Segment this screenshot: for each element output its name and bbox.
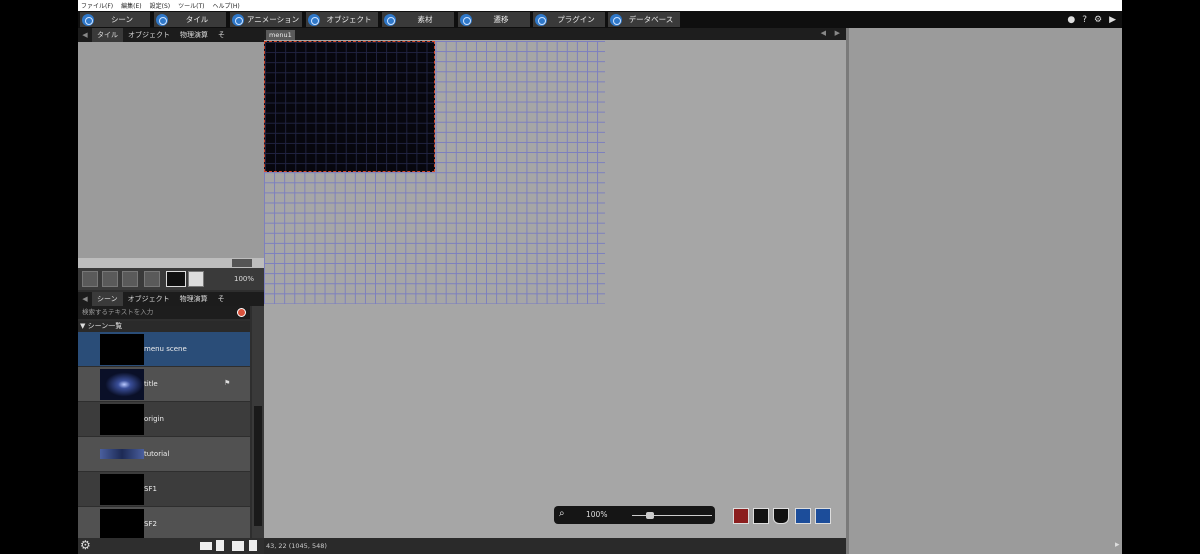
scrollbar-thumb[interactable]: [254, 406, 262, 526]
upper-subtab-bar: ◀ タイル オブジェクト 物理演算 そ: [78, 28, 264, 42]
status-bar: 43, 22 (1045, 548): [264, 538, 846, 554]
menu-edit[interactable]: 編集(E): [121, 1, 141, 10]
scene-row-tutorial[interactable]: tutorial: [78, 437, 250, 472]
shield-icon[interactable]: [815, 508, 831, 524]
grid-toggle-icon[interactable]: [795, 508, 811, 524]
flag-icon[interactable]: ⚑: [224, 379, 230, 387]
menu-settings[interactable]: 設定(S): [150, 1, 171, 10]
tab-menu1[interactable]: menu1: [266, 30, 295, 40]
canvas-zoom-value[interactable]: 100%: [586, 510, 607, 519]
subtab-physics-lower[interactable]: 物理演算: [175, 292, 213, 306]
right-panel: [849, 28, 1122, 554]
record-icon[interactable]: ●: [1067, 15, 1075, 25]
tab-scroll-left-icon[interactable]: ◀: [821, 29, 826, 37]
tab-animation[interactable]: アニメーション: [230, 12, 302, 27]
plugin-icon: [535, 13, 547, 26]
layer-settings-icon[interactable]: [753, 508, 769, 524]
tab-object[interactable]: オブジェクト: [306, 12, 378, 27]
canvas-zoom-bar: ⌕ 100%: [554, 506, 715, 524]
menu-bar: ファイル(F) 編集(E) 設定(S) ツール(T) ヘルプ(H): [78, 0, 1122, 11]
resource-icon: [384, 13, 396, 26]
zoom-slider-track[interactable]: [632, 515, 712, 516]
tile-icon: [156, 13, 168, 26]
help-icon[interactable]: ?: [1082, 15, 1087, 25]
scene-thumbnail: [100, 449, 144, 459]
scene-thumbnail: [100, 369, 144, 400]
magnet-icon[interactable]: [773, 508, 789, 524]
tab-transition[interactable]: 遷移: [458, 12, 530, 27]
top-right-controls: ● ? ⚙ ▶: [1067, 13, 1116, 26]
database-icon: [610, 13, 622, 26]
tab-tile[interactable]: タイル: [154, 12, 226, 27]
tool-row: 100%: [78, 268, 264, 290]
scene-canvas[interactable]: ⌕ 100%: [264, 40, 846, 538]
new-scene-icon[interactable]: [200, 542, 212, 550]
tab-resource[interactable]: 素材: [382, 12, 454, 27]
scene-list-scrollbar[interactable]: [252, 306, 264, 538]
left-panel: ◀ タイル オブジェクト 物理演算 そ 100% ◀ シーン オブジェクト 物理…: [78, 28, 264, 554]
tab-scene[interactable]: シーン: [80, 12, 150, 27]
eraser-icon[interactable]: [102, 271, 118, 287]
gear-icon[interactable]: ⚙: [80, 538, 91, 552]
scene-list: menu scene title ⚑ origin tutorial SF1 S…: [78, 332, 252, 538]
menu-file[interactable]: ファイル(F): [81, 1, 113, 10]
scene-thumbnail: [100, 404, 144, 435]
animation-icon: [232, 13, 244, 26]
tile-palette-scrollbar[interactable]: [78, 258, 264, 268]
scene-thumbnail: [100, 509, 144, 538]
zoom-slider-knob[interactable]: [646, 512, 654, 519]
tab-scroll-right-icon[interactable]: ▶: [835, 29, 840, 37]
layer-settings-icon[interactable]: [166, 271, 186, 287]
gear-icon[interactable]: ⚙: [1094, 15, 1102, 25]
scene-row-origin[interactable]: origin: [78, 402, 250, 437]
main-tab-bar: シーン タイル アニメーション オブジェクト 素材 遷移 プラグイン データベー…: [78, 11, 1122, 28]
scene-thumbnail: [100, 474, 144, 505]
scene-row-title[interactable]: title ⚑: [78, 367, 250, 402]
cursor-icon: ▸: [1115, 540, 1120, 550]
search-icon[interactable]: [188, 271, 204, 287]
scene-search-input[interactable]: 検索するテキストを入力: [78, 306, 250, 319]
tile-palette[interactable]: [78, 42, 264, 258]
tag-icon[interactable]: [82, 271, 98, 287]
object-icon: [308, 13, 320, 26]
trash-icon[interactable]: [249, 540, 257, 551]
scene-row-sf2[interactable]: SF2: [78, 507, 250, 538]
menu-tools[interactable]: ツール(T): [178, 1, 204, 10]
scene-row-menu-scene[interactable]: menu scene: [78, 332, 250, 367]
tab-database[interactable]: データベース: [608, 12, 680, 27]
physics-icon[interactable]: [733, 508, 749, 524]
search-icon[interactable]: ⌕: [559, 508, 565, 519]
menu-help[interactable]: ヘルプ(H): [212, 1, 239, 10]
camera-area[interactable]: [264, 41, 435, 172]
tile-zoom-value: 100%: [233, 275, 254, 283]
canvas-tab-bar: menu1 ◀ ▶: [264, 28, 846, 40]
tab-plugin[interactable]: プラグイン: [533, 12, 605, 27]
scene-list-toolbar: ⚙: [78, 538, 264, 554]
tab-scroll-left-icon[interactable]: ◀: [78, 295, 92, 303]
tab-scroll-left-icon[interactable]: ◀: [78, 31, 92, 39]
scene-icon: [82, 13, 94, 26]
scene-list-header[interactable]: ▼ シーン一覧: [78, 321, 250, 332]
app-window: ファイル(F) 編集(E) 設定(S) ツール(T) ヘルプ(H) シーン タイ…: [78, 0, 1122, 554]
scene-thumbnail: [100, 334, 144, 365]
play-icon[interactable]: ▶: [1109, 15, 1116, 25]
subtab-object[interactable]: オブジェクト: [123, 28, 175, 42]
subtab-scene[interactable]: シーン: [92, 292, 123, 306]
subtab-tile[interactable]: タイル: [92, 28, 123, 42]
transition-icon: [460, 13, 472, 26]
brush-icon[interactable]: [122, 271, 138, 287]
subtab-object-lower[interactable]: オブジェクト: [123, 292, 175, 306]
clear-search-icon[interactable]: [237, 308, 246, 317]
copy-scene-icon[interactable]: [216, 540, 224, 551]
lower-subtab-bar: ◀ シーン オブジェクト 物理演算 そ: [78, 292, 264, 306]
subtab-physics[interactable]: 物理演算: [175, 28, 213, 42]
folder-add-icon[interactable]: [232, 541, 244, 551]
subtab-other-lower[interactable]: そ: [213, 292, 230, 306]
subtab-other[interactable]: そ: [213, 28, 230, 42]
scene-row-sf1[interactable]: SF1: [78, 472, 250, 507]
select-rect-icon[interactable]: [144, 271, 160, 287]
scrollbar-thumb[interactable]: [232, 259, 252, 267]
